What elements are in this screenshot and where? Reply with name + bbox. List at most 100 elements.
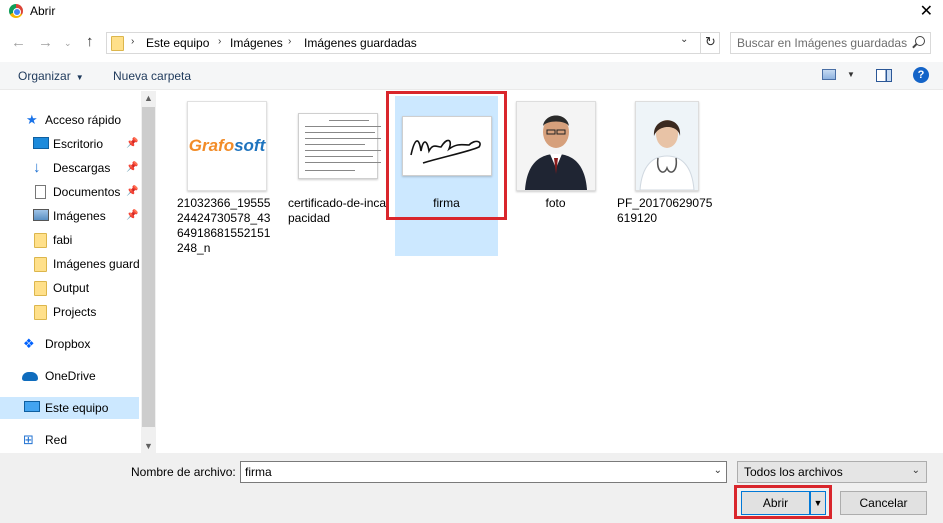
- onedrive-icon: [22, 372, 38, 381]
- file-name-combobox[interactable]: ⌄: [240, 461, 727, 483]
- recent-locations-chevron-icon[interactable]: ⌄: [64, 38, 72, 49]
- pin-icon: 📌: [126, 186, 139, 197]
- file-type-value: Todos los archivos: [744, 465, 843, 479]
- doctor-photo-icon: [636, 102, 698, 191]
- change-view-icon[interactable]: [822, 69, 836, 80]
- network-icon: ⊞: [23, 432, 34, 447]
- pin-icon: 📌: [126, 162, 139, 173]
- address-dropdown-chevron-icon[interactable]: ⌄: [680, 34, 688, 45]
- sidebar-item-acceso-rapido[interactable]: ★ Acceso rápido: [0, 109, 139, 131]
- up-arrow-icon[interactable]: ↑: [86, 33, 94, 50]
- star-icon: ★: [26, 112, 38, 127]
- file-item-firma[interactable]: firma: [395, 96, 498, 256]
- scroll-up-icon[interactable]: ▲: [144, 93, 153, 103]
- sidebar-item-output[interactable]: Output: [0, 277, 139, 299]
- grafosoft-logo-thumbnail: Grafosoft: [187, 101, 267, 191]
- close-button[interactable]: ✕: [920, 1, 933, 21]
- certificate-document-thumbnail: [298, 113, 381, 179]
- preview-pane-icon[interactable]: [876, 69, 892, 82]
- sidebar-item-este-equipo[interactable]: Este equipo: [0, 397, 139, 419]
- desktop-icon: [33, 137, 49, 149]
- breadcrumb-separator-icon[interactable]: ›: [131, 36, 134, 47]
- file-item-grafosoft[interactable]: Grafosoft 21032366_1955524424730578_4364…: [175, 96, 278, 256]
- forward-arrow-icon[interactable]: →: [38, 34, 53, 51]
- file-item-pf[interactable]: PF_20170629075619120: [615, 96, 718, 256]
- back-arrow-icon[interactable]: ←: [11, 34, 26, 51]
- breadcrumb-separator-icon[interactable]: ›: [218, 36, 221, 47]
- sidebar-item-label: Descargas: [53, 161, 111, 175]
- navigation-scrollbar[interactable]: ▲ ▼: [141, 91, 156, 453]
- file-list: Grafosoft 21032366_1955524424730578_4364…: [157, 91, 943, 453]
- sidebar-item-label: Output: [53, 281, 90, 295]
- breadcrumb-este-equipo[interactable]: Este equipo: [146, 36, 209, 50]
- sidebar-item-label: fabi: [53, 233, 73, 247]
- new-folder-button[interactable]: Nueva carpeta: [113, 69, 191, 83]
- sidebar-item-label: Imágenes: [53, 209, 106, 223]
- logo-text-grafo: Grafo: [188, 136, 235, 155]
- grafosoft-logo: Grafosoft: [189, 136, 266, 156]
- man-photo-icon: [517, 102, 595, 190]
- organize-label: Organizar: [18, 69, 71, 83]
- help-icon[interactable]: ?: [913, 67, 929, 83]
- file-name-input[interactable]: [245, 464, 700, 480]
- sidebar-item-fabi[interactable]: fabi: [0, 229, 139, 251]
- sidebar-item-label: Red: [45, 433, 68, 447]
- sidebar-item-escritorio[interactable]: Escritorio 📌: [0, 133, 139, 155]
- folder-icon: [111, 36, 124, 51]
- sidebar-item-dropbox[interactable]: ❖ Dropbox: [0, 333, 139, 355]
- view-options-caret-icon[interactable]: ▼: [847, 70, 855, 79]
- folder-icon: [34, 257, 47, 272]
- sidebar-item-red[interactable]: ⊞ Red: [0, 429, 139, 451]
- folder-icon: [34, 233, 47, 248]
- search-input[interactable]: [737, 35, 912, 51]
- file-thumbnail: [402, 101, 492, 191]
- title-bar: Abrir ✕: [0, 0, 943, 24]
- breadcrumb-imagenes-guardadas[interactable]: Imágenes guardadas: [304, 36, 417, 50]
- file-item-certificado[interactable]: certificado-de-incapacidad: [286, 96, 389, 256]
- file-name: PF_20170629075619120: [617, 196, 713, 225]
- man-photo-thumbnail: [516, 101, 596, 191]
- search-icon[interactable]: [915, 36, 925, 46]
- chevron-down-icon[interactable]: ⌄: [912, 465, 920, 476]
- dropbox-icon: ❖: [23, 336, 35, 351]
- sidebar-item-descargas[interactable]: ↓ Descargas 📌: [0, 157, 139, 179]
- sidebar-item-imagenes-guardadas[interactable]: Imágenes guard: [0, 253, 139, 275]
- file-type-select[interactable]: Todos los archivos ⌄: [737, 461, 927, 483]
- navigation-pane: ★ Acceso rápido Escritorio 📌 ↓ Descargas…: [0, 91, 156, 453]
- address-bar[interactable]: › Este equipo › Imágenes › Imágenes guar…: [106, 32, 720, 54]
- open-button[interactable]: Abrir: [741, 491, 810, 515]
- sidebar-item-label: Este equipo: [45, 401, 109, 415]
- file-thumbnail: Grafosoft: [187, 101, 267, 191]
- sidebar-item-onedrive[interactable]: OneDrive: [0, 365, 139, 387]
- sidebar-item-imagenes[interactable]: Imágenes 📌: [0, 205, 139, 227]
- download-icon: ↓: [33, 159, 41, 176]
- refresh-icon[interactable]: ↻: [700, 32, 720, 54]
- sidebar-item-projects[interactable]: Projects: [0, 301, 139, 323]
- sidebar-item-label: OneDrive: [45, 369, 96, 383]
- scroll-down-icon[interactable]: ▼: [144, 441, 153, 451]
- chevron-down-icon[interactable]: ⌄: [714, 465, 722, 476]
- breadcrumb-imagenes[interactable]: Imágenes: [230, 36, 283, 50]
- sidebar-item-documentos[interactable]: Documentos 📌: [0, 181, 139, 203]
- command-toolbar: Organizar ▼ Nueva carpeta ▼ ?: [0, 62, 943, 90]
- doctor-photo-thumbnail: [635, 101, 699, 191]
- sidebar-item-label: Imágenes guard: [53, 257, 139, 271]
- sidebar-item-label: Acceso rápido: [45, 113, 122, 127]
- address-row: ← → ⌄ ↑ › Este equipo › Imágenes › Imáge…: [0, 29, 943, 57]
- pin-icon: 📌: [126, 138, 139, 149]
- scrollbar-thumb[interactable]: [142, 107, 155, 427]
- cancel-button[interactable]: Cancelar: [840, 491, 927, 515]
- file-item-foto[interactable]: foto: [504, 96, 607, 256]
- open-options-caret-icon[interactable]: ▼: [810, 491, 826, 515]
- file-thumbnail: [627, 101, 707, 191]
- search-box[interactable]: [730, 32, 931, 54]
- file-thumbnail: [516, 101, 596, 191]
- sidebar-item-label: Projects: [53, 305, 97, 319]
- organize-menu-button[interactable]: Organizar ▼: [18, 69, 84, 83]
- pictures-icon: [33, 209, 49, 221]
- file-name: 21032366_1955524424730578_43649186815521…: [177, 196, 271, 255]
- signature-thumbnail: [402, 116, 492, 176]
- file-name-label: Nombre de archivo:: [131, 465, 236, 479]
- chrome-icon: [9, 4, 23, 18]
- breadcrumb-separator-icon[interactable]: ›: [288, 36, 291, 47]
